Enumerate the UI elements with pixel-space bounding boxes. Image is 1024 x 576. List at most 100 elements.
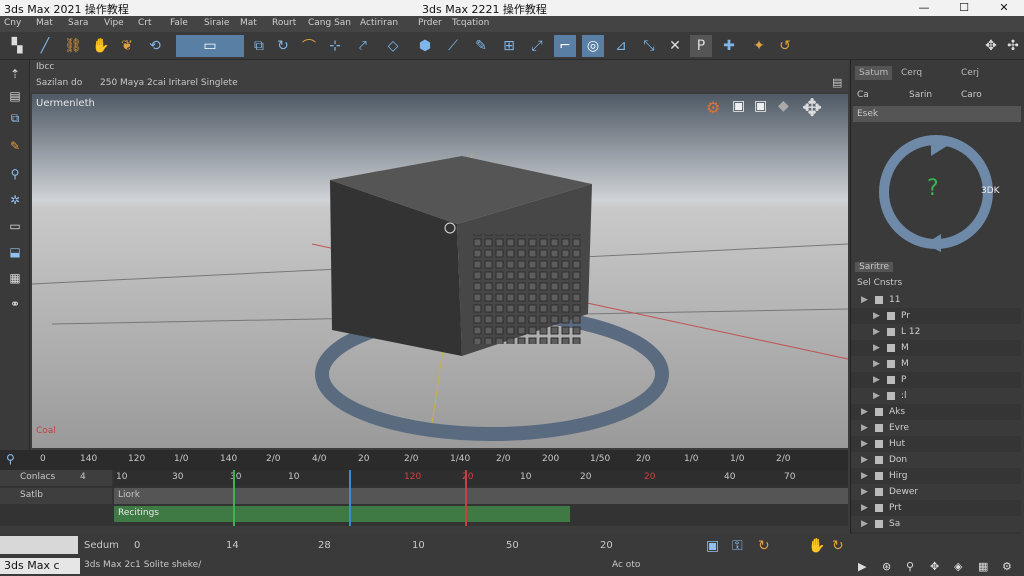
play-icon[interactable]: ▶ [858, 560, 866, 573]
viewport-perspective[interactable]: Uermenleth ⚙ ▣ ▣ ◆ ✥ Coal [32, 94, 848, 448]
align-icon[interactable]: ⊞ [498, 35, 520, 57]
orbit-tool-icon[interactable]: ↻ [832, 538, 844, 554]
link-chain-icon[interactable]: ⚭ [4, 294, 26, 314]
expand-arrow-icon[interactable]: ▶ [861, 500, 868, 516]
panel-row-label[interactable]: Ca [857, 90, 869, 100]
paint-icon[interactable]: ✎ [4, 136, 26, 156]
green-track-bar[interactable]: Recitings [114, 506, 570, 522]
menu-item[interactable]: Prder [418, 18, 442, 28]
hand-tool-icon[interactable]: ✋ [808, 538, 825, 554]
expand-icon[interactable]: ✕ [664, 35, 686, 57]
keyframe-marker-red[interactable] [465, 470, 467, 526]
menu-item[interactable]: Cny [4, 18, 21, 28]
panel-row-label[interactable]: Sarin [909, 90, 932, 100]
menu-item[interactable]: Tcqation [452, 18, 489, 28]
settings-icon[interactable]: ⚙ [1002, 560, 1012, 573]
snap-icon[interactable]: ⤢ [526, 35, 548, 57]
line-icon[interactable]: ╱ [34, 35, 56, 57]
viewport-menu-icon[interactable]: ▤ [832, 76, 842, 89]
panel-tab[interactable]: Cerq [897, 66, 926, 80]
scene-tree-row[interactable]: ▶ 11 [851, 292, 1021, 308]
expand-arrow-icon[interactable]: ▶ [873, 340, 880, 356]
viewport-tab-a[interactable]: Sazilan do [36, 78, 82, 88]
app-status-box[interactable]: 3ds Max c [0, 558, 80, 574]
grid-toggle-icon[interactable]: ▣ [706, 538, 719, 554]
viewport-tab-b[interactable]: 250 Maya 2cai Iritarel Singlete [100, 78, 238, 88]
search-icon[interactable]: ⚲ [4, 164, 26, 184]
array-icon[interactable]: ⤡ [638, 35, 660, 57]
menu-item[interactable]: Actiriran [360, 18, 398, 28]
keyframe-marker-green[interactable] [233, 470, 235, 526]
scene-tree-row[interactable]: ▶ M [851, 340, 1021, 356]
expand-arrow-icon[interactable]: ▶ [861, 468, 868, 484]
curve-icon[interactable]: ↻ [758, 538, 770, 554]
panel-row-label[interactable]: Caro [961, 90, 982, 100]
expand-arrow-icon[interactable]: ▶ [873, 308, 880, 324]
fov-icon[interactable]: ◈ [954, 560, 962, 573]
mirror-icon[interactable]: ⊿ [610, 35, 632, 57]
time-ruler[interactable]: ⚲ 0 140 120 1/0 140 2/0 4/0 20 2/0 1/40 … [0, 450, 848, 470]
selection-filter-dropdown[interactable]: ▭ [176, 35, 244, 57]
bind-icon[interactable]: ❦ [116, 35, 138, 57]
layer-icon[interactable]: ▭ [4, 216, 26, 236]
menu-item[interactable]: Siraie [204, 18, 229, 28]
key-mode-icon[interactable]: ⚿ [732, 538, 743, 554]
copy-icon[interactable]: ⧉ [4, 108, 26, 128]
frame-icon[interactable]: ▣ [754, 98, 767, 114]
select-region-icon[interactable]: ⧉ [248, 35, 270, 57]
p-icon[interactable]: P [690, 35, 712, 57]
menu-item[interactable]: Rourt [272, 18, 296, 28]
scene-tree-row[interactable]: ▶ Don [851, 452, 1021, 468]
expand-arrow-icon[interactable]: ▶ [873, 372, 880, 388]
viewcube-center-label[interactable]: ? [927, 176, 939, 201]
scene-tree-row[interactable]: ▶ Prt [851, 500, 1021, 516]
expand-arrow-icon[interactable]: ▶ [861, 516, 868, 532]
scene-tree-row[interactable]: ▶ M [851, 356, 1021, 372]
scene-tree-row[interactable]: ▶ Sa [851, 516, 1021, 532]
close-button[interactable]: ✕ [984, 0, 1024, 16]
stack-icon[interactable]: ⬓ [4, 242, 26, 262]
expand-arrow-icon[interactable]: ▶ [861, 436, 868, 452]
maximize-viewport-icon[interactable]: ▦ [978, 560, 988, 573]
box-icon[interactable]: ⬢ [414, 35, 436, 57]
maximize-button[interactable]: ☐ [944, 0, 984, 16]
pan-gizmo-icon[interactable]: ✥ [802, 94, 822, 122]
render-icon[interactable]: ✦ [748, 35, 770, 57]
wand-icon[interactable]: ⟋ [442, 35, 464, 57]
maxscript-listener[interactable] [0, 536, 78, 554]
grid-icon[interactable]: ▦ [4, 268, 26, 288]
zoom-icon[interactable]: ⚲ [906, 560, 914, 573]
scene-explorer-tab[interactable]: Saritre [855, 262, 893, 272]
shade-icon[interactable]: ◆ [778, 98, 789, 114]
scene-tree-row[interactable]: ▶ P [851, 372, 1021, 388]
expand-arrow-icon[interactable]: ▶ [873, 388, 880, 404]
lock-icon[interactable]: ⊛ [882, 560, 891, 573]
pan-icon[interactable]: ✥ [930, 560, 939, 573]
menu-item[interactable]: Crt [138, 18, 152, 28]
marker-icon[interactable]: ⇡ [4, 64, 26, 84]
menu-item[interactable]: Cang San [308, 18, 351, 28]
angle-snap-icon[interactable]: ⌐ [554, 35, 576, 57]
pin-icon[interactable]: ✥ [980, 35, 1002, 57]
search-icon[interactable]: ⚲ [6, 452, 15, 466]
expand-arrow-icon[interactable]: ▶ [861, 404, 868, 420]
pen-icon[interactable]: ✎ [470, 35, 492, 57]
add-icon[interactable]: ✚ [718, 35, 740, 57]
fit-icon[interactable]: ▣ [732, 98, 745, 114]
scene-tree-row[interactable]: ▶ Aks [851, 404, 1021, 420]
expand-arrow-icon[interactable]: ▶ [861, 484, 868, 500]
track-bar[interactable]: Liork [114, 488, 848, 504]
menu-item[interactable]: Mat [240, 18, 257, 28]
menu-item[interactable]: Vipe [104, 18, 124, 28]
scene-tree-row[interactable]: ▶ Pr [851, 308, 1021, 324]
link-icon[interactable]: ⛓ [62, 35, 84, 57]
panel-tab[interactable]: Satum [855, 66, 893, 80]
pick-icon[interactable]: ⤤ [352, 35, 374, 57]
lasso-icon[interactable]: ⟲ [144, 35, 166, 57]
menu-item[interactable]: Mat [36, 18, 53, 28]
expand-arrow-icon[interactable]: ▶ [873, 356, 880, 372]
expand-arrow-icon[interactable]: ▶ [873, 324, 880, 340]
scene-tree-row[interactable]: ▶:l [851, 388, 1021, 404]
undo-icon[interactable]: ▚ [6, 35, 28, 57]
panel-search-field[interactable]: Esek [853, 106, 1021, 122]
